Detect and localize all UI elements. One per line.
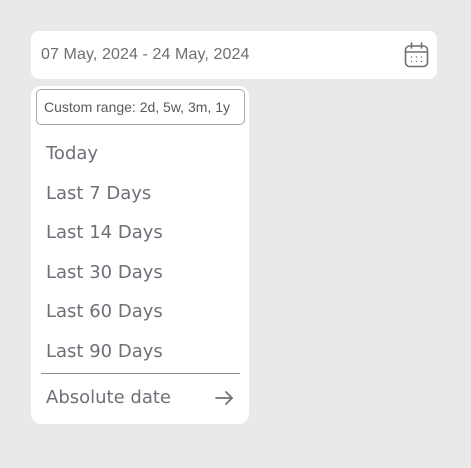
divider	[41, 373, 240, 374]
calendar-icon[interactable]	[404, 42, 429, 68]
absolute-date-label: Absolute date	[46, 387, 171, 408]
absolute-date-option[interactable]: Absolute date	[31, 386, 249, 414]
date-range-dropdown: Today Last 7 Days Last 14 Days Last 30 D…	[31, 86, 249, 424]
arrow-right-icon	[215, 391, 233, 405]
option-last-7-days[interactable]: Last 7 Days	[46, 183, 151, 205]
date-range-field[interactable]: 07 May, 2024 - 24 May, 2024	[31, 31, 437, 79]
option-last-14-days[interactable]: Last 14 Days	[46, 222, 163, 244]
option-last-30-days[interactable]: Last 30 Days	[46, 262, 163, 284]
date-range-value: 07 May, 2024 - 24 May, 2024	[41, 46, 250, 63]
option-last-60-days[interactable]: Last 60 Days	[46, 301, 163, 323]
option-today[interactable]: Today	[46, 143, 98, 165]
custom-range-input[interactable]	[36, 89, 245, 125]
option-last-90-days[interactable]: Last 90 Days	[46, 341, 163, 363]
